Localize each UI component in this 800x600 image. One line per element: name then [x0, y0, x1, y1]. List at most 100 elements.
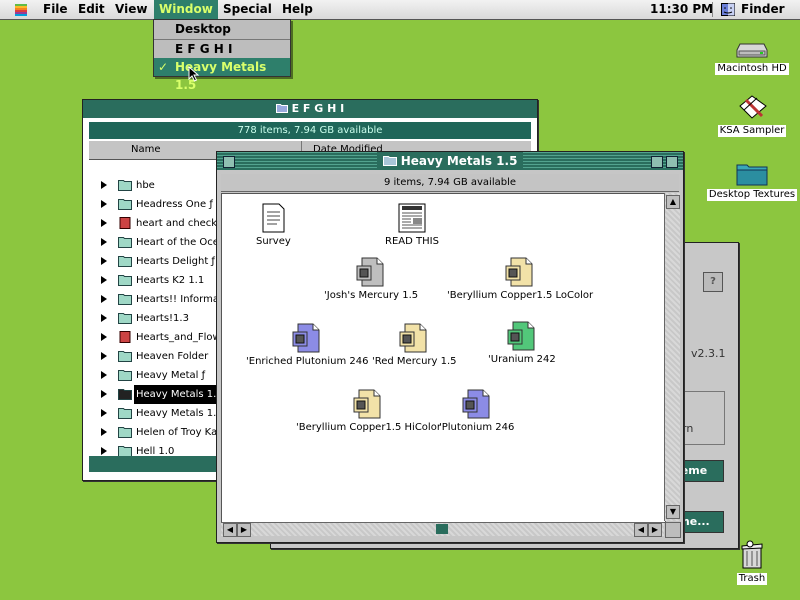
menu-view[interactable]: View — [110, 0, 152, 19]
menu-item-efghi-label: E F G H I — [175, 42, 233, 56]
list-item-label: Heaven Folder — [136, 351, 209, 362]
disclosure-triangle-icon[interactable] — [101, 409, 107, 417]
scroll-right-arrow[interactable]: ▶ — [648, 523, 662, 537]
menu-bar: File Edit View Window Special Help 11:30… — [0, 0, 800, 20]
disclosure-triangle-icon[interactable] — [101, 257, 107, 265]
disclosure-triangle-icon[interactable] — [101, 314, 107, 322]
theme-file-icon — [399, 323, 427, 353]
disclosure-triangle-icon[interactable] — [101, 295, 107, 303]
scroll-thumb[interactable] — [436, 524, 448, 534]
disclosure-triangle-icon[interactable] — [101, 219, 107, 227]
disclosure-triangle-icon[interactable] — [101, 238, 107, 246]
disclosure-triangle-icon[interactable] — [101, 333, 107, 341]
finder-app-icon[interactable] — [721, 3, 735, 16]
close-box[interactable] — [223, 156, 235, 168]
file-icon-item[interactable]: Survey — [256, 202, 291, 247]
application-icon — [739, 95, 767, 119]
theme-button-label: eme — [680, 464, 708, 477]
column-name-header[interactable]: Name — [131, 144, 161, 155]
window-menu-dropdown: Desktop E F G H I ✓ Heavy Metals 1.5 — [153, 19, 291, 92]
folder-icon — [118, 313, 132, 324]
list-item-label: Hearts_and_Flowe — [136, 332, 227, 343]
disclosure-triangle-icon[interactable] — [101, 181, 107, 189]
list-item-label: Hearts Delight ƒ — [136, 256, 215, 267]
disclosure-triangle-icon[interactable] — [101, 276, 107, 284]
disclosure-triangle-icon[interactable] — [101, 200, 107, 208]
menu-window[interactable]: Window — [154, 0, 218, 19]
folder-icon — [118, 237, 132, 248]
vertical-scrollbar[interactable]: ▲ ▼ — [664, 193, 680, 521]
menu-item-desktop-label: Desktop — [175, 22, 231, 36]
scroll-down-arrow[interactable]: ▼ — [666, 505, 680, 519]
menu-special[interactable]: Special — [218, 0, 277, 19]
folder-icon — [118, 180, 132, 191]
folder-icon — [736, 164, 768, 186]
folder-icon — [118, 256, 132, 267]
help-button[interactable]: ? — [703, 272, 723, 292]
heavy-metals-info-text: 9 items, 7.94 GB available — [383, 177, 517, 188]
file-icon-label: 'Enriched Plutonium 246 — [246, 356, 369, 367]
desktop-icon-macintosh-hd[interactable]: Macintosh HD — [712, 40, 792, 75]
apple-menu-icon[interactable] — [14, 2, 28, 16]
menu-help[interactable]: Help — [277, 0, 318, 19]
menu-item-desktop[interactable]: Desktop — [154, 20, 290, 38]
scroll-left-arrow-right[interactable]: ◀ — [634, 523, 648, 537]
file-icon — [119, 217, 131, 229]
desktop-icon-label: Macintosh HD — [715, 63, 789, 75]
heavy-metals-title: Heavy Metals 1.5 — [376, 152, 524, 170]
desktop-icon-label: Trash — [736, 573, 768, 585]
desktop-icon-trash[interactable]: Trash — [728, 540, 776, 585]
file-icon-item[interactable]: READ THIS — [385, 202, 439, 247]
file-icon-item[interactable]: 'Beryllium Copper1.5 HiColor — [296, 388, 441, 433]
list-item-label: Hearts!! Informat — [136, 294, 223, 305]
document-icon — [262, 203, 285, 233]
efghi-title: E F G H I — [269, 100, 351, 118]
list-item-label: Heavy Metals 1.5 — [136, 408, 223, 419]
menu-file[interactable]: File — [38, 0, 73, 19]
menu-clock[interactable]: 11:30 PM — [650, 0, 713, 19]
folder-icon — [118, 294, 132, 305]
menu-edit[interactable]: Edit — [73, 0, 110, 19]
menu-item-efghi[interactable]: E F G H I — [154, 40, 290, 58]
desktop-icon-desktop-textures[interactable]: Desktop Textures — [705, 162, 799, 201]
file-icon-item[interactable]: 'Red Mercury 1.5 — [372, 322, 457, 367]
file-icon-label: READ THIS — [385, 236, 439, 247]
scroll-right-arrow-left[interactable]: ▶ — [237, 523, 251, 537]
disclosure-triangle-icon[interactable] — [101, 371, 107, 379]
disclosure-triangle-icon[interactable] — [101, 428, 107, 436]
file-icon-item[interactable]: 'Plutonium 246 — [439, 388, 514, 433]
efghi-info-text: 778 items, 7.94 GB available — [237, 125, 383, 136]
file-icon-item[interactable]: 'Enriched Plutonium 246 — [246, 322, 368, 367]
zoom-box[interactable] — [651, 156, 663, 168]
theme-file-icon — [462, 389, 490, 419]
theme-file-icon — [353, 389, 381, 419]
efghi-title-bar[interactable]: E F G H I — [83, 100, 537, 118]
grow-box[interactable] — [665, 522, 681, 538]
folder-icon — [118, 408, 132, 419]
list-item-label: Headress One ƒ — [136, 199, 213, 210]
horizontal-scrollbar[interactable]: ◀ ▶ ◀ ▶ — [221, 522, 664, 537]
heavy-metals-title-bar[interactable]: Heavy Metals 1.5 — [217, 152, 683, 170]
file-icon-item[interactable]: 'Josh's Mercury 1.5 — [324, 256, 418, 301]
list-item-label: Heavy Metal ƒ — [136, 370, 206, 381]
disclosure-triangle-icon[interactable] — [101, 447, 107, 455]
file-icon-item[interactable]: 'Beryllium Copper1.5 LoColor — [447, 256, 593, 301]
desktop-icon-label: Desktop Textures — [706, 189, 798, 201]
menu-item-heavy-metals[interactable]: ✓ Heavy Metals 1.5 — [154, 58, 290, 92]
theme-file-icon — [356, 257, 384, 287]
application-menu-label[interactable]: Finder — [741, 0, 785, 19]
heavy-metals-info-bar: 9 items, 7.94 GB available — [221, 174, 679, 192]
checkmark-icon: ✓ — [158, 60, 169, 74]
file-icon-item[interactable]: 'Uranium 242 — [488, 320, 556, 365]
efghi-title-text: E F G H I — [291, 102, 345, 115]
collapse-box[interactable] — [666, 156, 678, 168]
scroll-left-arrow[interactable]: ◀ — [223, 523, 237, 537]
file-icon-label: 'Red Mercury 1.5 — [372, 356, 457, 367]
list-item-label: Hearts K2 1.1 — [136, 275, 205, 286]
folder-icon — [118, 370, 132, 381]
scroll-up-arrow[interactable]: ▲ — [666, 195, 680, 209]
desktop-icon-ksa-sampler[interactable]: KSA Sampler — [712, 92, 792, 137]
disclosure-triangle-icon[interactable] — [101, 352, 107, 360]
desktop-icon-label: KSA Sampler — [717, 125, 787, 137]
disclosure-triangle-icon[interactable] — [101, 390, 107, 398]
